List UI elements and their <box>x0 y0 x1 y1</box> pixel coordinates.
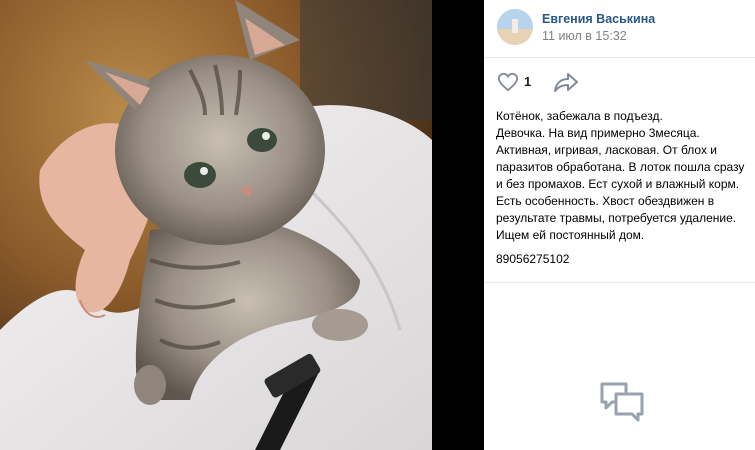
phone-number: 89056275102 <box>496 252 570 266</box>
like-button[interactable]: 1 <box>497 72 537 92</box>
kitten-photo[interactable] <box>0 0 432 450</box>
heart-icon <box>497 72 519 92</box>
share-button[interactable] <box>553 72 579 92</box>
post-text: Котёнок, забежала в подъезд. Девочка. На… <box>496 109 745 242</box>
comments-icon <box>598 380 646 424</box>
share-arrow-icon <box>554 73 578 92</box>
divider <box>484 282 755 283</box>
author-name[interactable]: Евгения Васькина <box>542 12 655 26</box>
photo-viewer <box>0 0 484 450</box>
post-date[interactable]: 11 июл в 15:32 <box>542 29 627 43</box>
post-panel: Евгения Васькина 11 июл в 15:32 1 Котёно… <box>484 0 755 450</box>
divider <box>484 57 755 58</box>
avatar[interactable] <box>497 9 533 45</box>
like-count: 1 <box>524 74 532 89</box>
